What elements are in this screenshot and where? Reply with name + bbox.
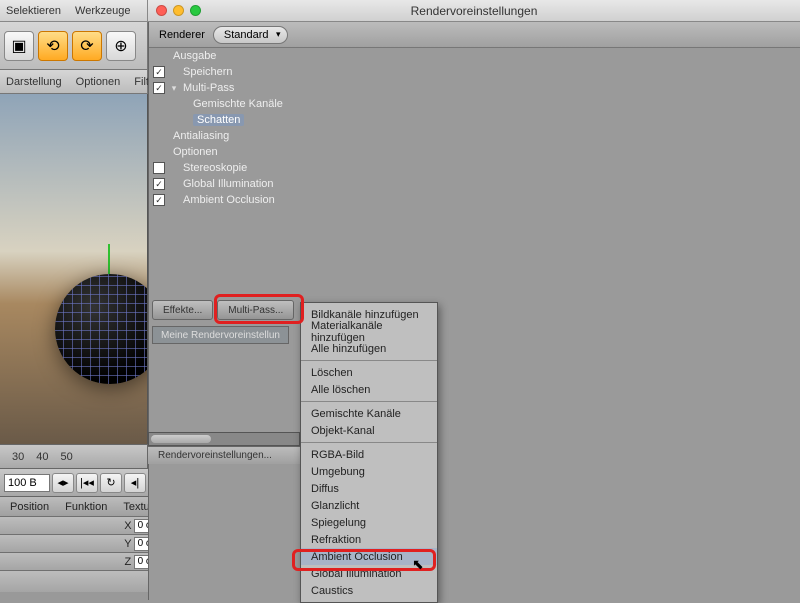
ctx-diffus[interactable]: Diffus <box>301 480 437 497</box>
ctx-alle-loeschen[interactable]: Alle löschen <box>301 381 437 398</box>
tool-live-select[interactable]: ▣ <box>4 31 34 61</box>
tree-schatten[interactable]: Schatten <box>149 112 301 128</box>
tree-antialiasing[interactable]: Antialiasing <box>149 128 301 144</box>
tree-optionen[interactable]: Optionen <box>149 144 301 160</box>
ctx-umgebung[interactable]: Umgebung <box>301 463 437 480</box>
stepper-icon[interactable]: ◂▸ <box>52 473 74 493</box>
tab-filter[interactable]: Filt <box>134 76 149 88</box>
menu-selektieren[interactable]: Selektieren <box>6 5 61 17</box>
checkbox-icon[interactable]: ✓ <box>153 194 165 206</box>
checkbox-icon[interactable]: ✓ <box>153 82 165 94</box>
tick-30: 30 <box>12 451 24 463</box>
separator <box>301 442 437 443</box>
multipass-button[interactable]: Multi-Pass... <box>217 300 294 320</box>
tab-darstellung[interactable]: Darstellung <box>6 76 62 88</box>
tab-position[interactable]: Position <box>10 501 49 513</box>
ctx-materialkanaele[interactable]: Materialkanäle hinzufügen <box>301 323 437 340</box>
ctx-glanzlicht[interactable]: Glanzlicht <box>301 497 437 514</box>
tool-target[interactable]: ⊕ <box>106 31 136 61</box>
tick-40: 40 <box>36 451 48 463</box>
frames-field[interactable] <box>4 474 50 492</box>
tree-gemischte[interactable]: Gemischte Kanäle <box>149 96 301 112</box>
prev-frame-button[interactable]: ◂| <box>124 473 146 493</box>
multipass-context-menu: Bildkanäle hinzufügen Materialkanäle hin… <box>300 302 438 603</box>
toolbar: ▣ ⟲ ⟳ ⊕ <box>0 22 148 70</box>
ctx-gemischte[interactable]: Gemischte Kanäle <box>301 405 437 422</box>
ctx-ambient-occlusion[interactable]: Ambient Occlusion <box>301 548 437 565</box>
app-menubar: Selektieren Werkzeuge <box>0 0 148 22</box>
horizontal-scrollbar[interactable] <box>148 432 300 446</box>
tool-refresh[interactable]: ⟲ <box>38 31 68 61</box>
sphere-object[interactable] <box>55 274 148 384</box>
tree-ao[interactable]: ✓Ambient Occlusion <box>149 192 301 208</box>
menu-werkzeuge[interactable]: Werkzeuge <box>75 5 130 17</box>
tick-50: 50 <box>61 451 73 463</box>
tab-funktion[interactable]: Funktion <box>65 501 107 513</box>
window-titlebar: Rendervoreinstellungen <box>148 0 800 22</box>
checkbox-icon[interactable]: ✓ <box>153 66 165 78</box>
settings-name-field[interactable]: Meine Rendervoreinstellun <box>152 326 289 344</box>
ctx-refraktion[interactable]: Refraktion <box>301 531 437 548</box>
separator <box>301 360 437 361</box>
settings-tree: Ausgabe ✓Speichern ✓▾Multi-Pass Gemischt… <box>149 48 301 208</box>
ctx-loeschen[interactable]: Löschen <box>301 364 437 381</box>
ctx-global-illumination[interactable]: Global Illumination <box>301 565 437 582</box>
ctx-rgba[interactable]: RGBA-Bild <box>301 446 437 463</box>
tab-optionen[interactable]: Optionen <box>76 76 121 88</box>
tree-speichern[interactable]: ✓Speichern <box>149 64 301 80</box>
window-title: Rendervoreinstellungen <box>148 4 800 18</box>
renderer-label: Renderer <box>159 29 205 41</box>
ctx-objektkanal[interactable]: Objekt-Kanal <box>301 422 437 439</box>
tree-toggle-icon[interactable]: ▾ <box>169 83 179 94</box>
tree-ausgabe[interactable]: Ausgabe <box>149 48 301 64</box>
saved-settings-row[interactable]: Rendervoreinstellungen... <box>148 446 300 464</box>
ctx-spiegelung[interactable]: Spiegelung <box>301 514 437 531</box>
timeline[interactable]: 30 40 50 <box>0 444 148 468</box>
goto-start-button[interactable]: |◂◂ <box>76 473 98 493</box>
tree-multipass[interactable]: ✓▾Multi-Pass <box>149 80 301 96</box>
label-z: Z <box>122 556 133 568</box>
tree-gi[interactable]: ✓Global Illumination <box>149 176 301 192</box>
checkbox-icon[interactable]: ✓ <box>153 178 165 190</box>
tree-stereoskopie[interactable]: Stereoskopie <box>149 160 301 176</box>
viewport[interactable] <box>0 94 148 444</box>
effekte-button[interactable]: Effekte... <box>152 300 213 320</box>
ctx-caustics[interactable]: Caustics <box>301 582 437 599</box>
renderer-row: Renderer Standard <box>149 22 800 48</box>
separator <box>301 401 437 402</box>
label-y: Y <box>122 538 133 550</box>
renderer-select[interactable]: Standard <box>213 26 288 44</box>
loop-button[interactable]: ↻ <box>100 473 122 493</box>
panel-buttons: Effekte... Multi-Pass... <box>152 300 294 320</box>
viewport-tabbar: Darstellung Optionen Filt <box>0 70 148 94</box>
tool-refresh-2[interactable]: ⟳ <box>72 31 102 61</box>
label-x: X <box>122 520 133 532</box>
checkbox-icon[interactable] <box>153 162 165 174</box>
